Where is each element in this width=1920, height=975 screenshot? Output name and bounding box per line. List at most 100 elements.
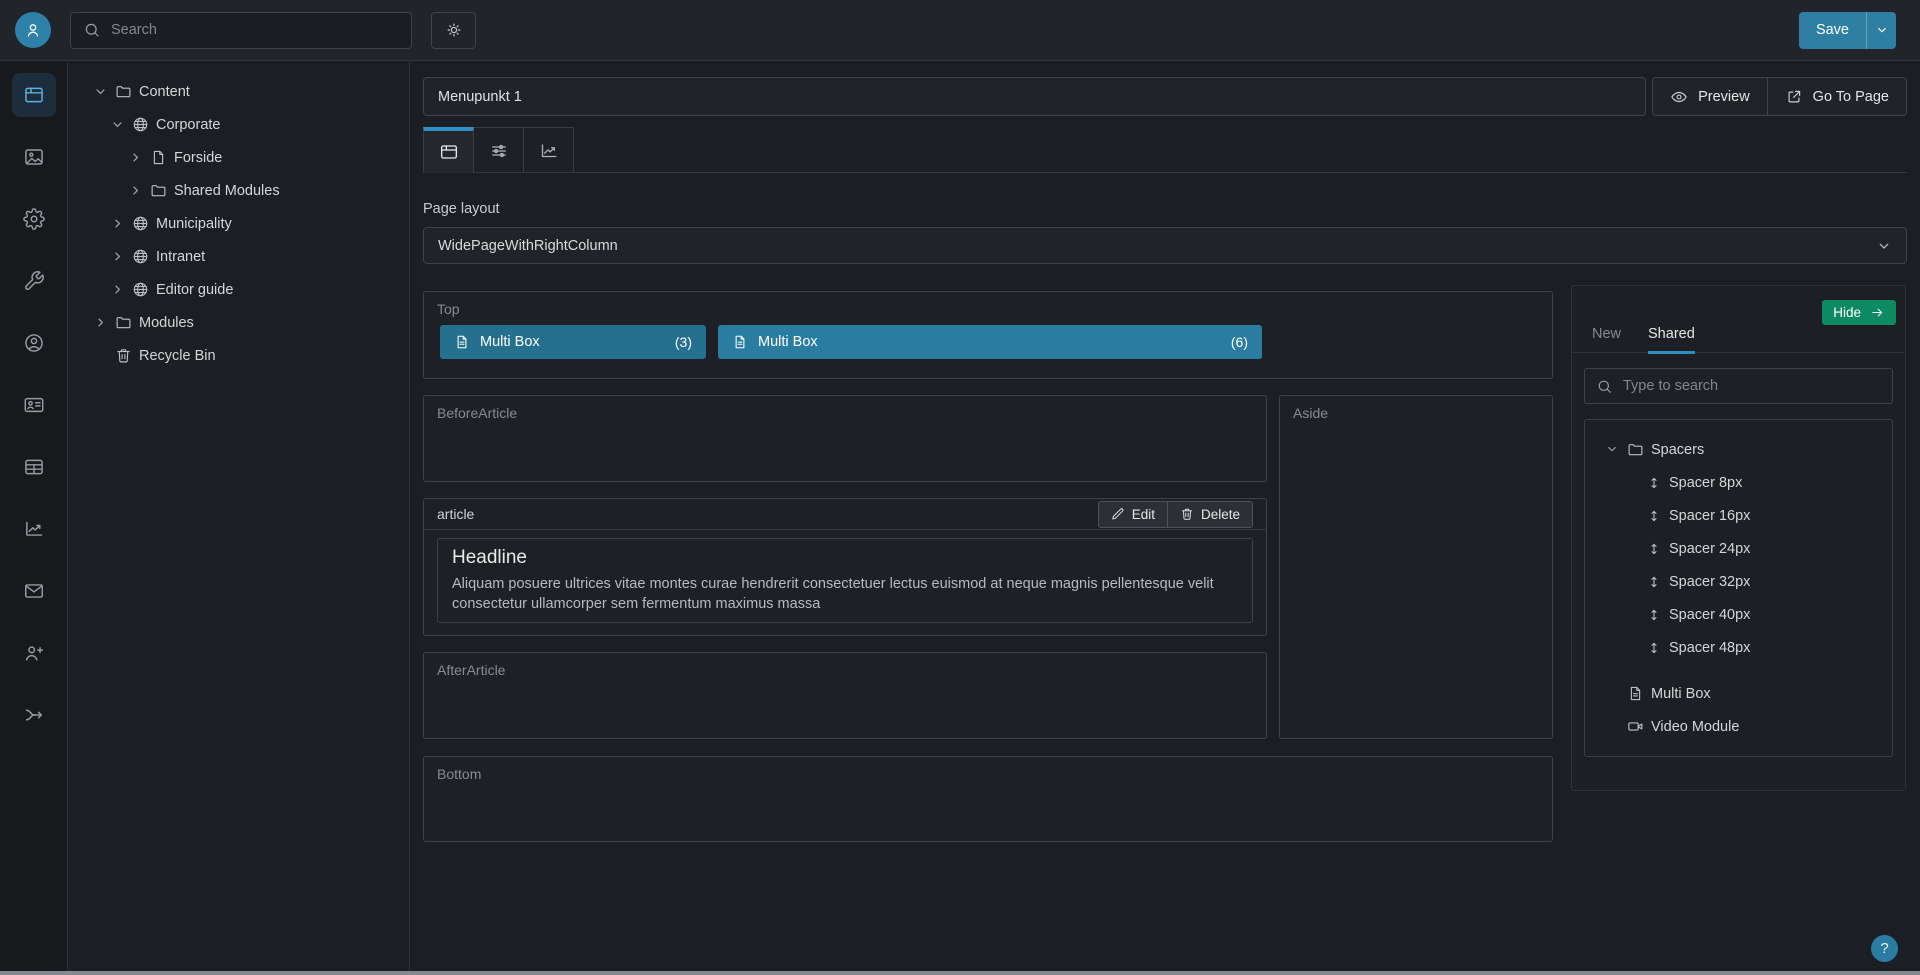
region-bottom[interactable]: Bottom (423, 756, 1553, 842)
delete-button[interactable]: Delete (1167, 502, 1252, 527)
chevron-down-icon (1876, 238, 1892, 254)
modules-panel: Hide New Shared Spacers Spacer 8px Space… (1571, 285, 1906, 791)
tree-item-spacer-8[interactable]: Spacer 8px (1585, 466, 1892, 499)
top-bar: Save (0, 0, 1920, 61)
chevron-right-icon[interactable] (110, 216, 125, 231)
window-icon (23, 84, 45, 106)
tab-shared[interactable]: Shared (1648, 326, 1695, 354)
rail-item-analytics[interactable] (12, 507, 56, 551)
edit-button[interactable]: Edit (1099, 502, 1167, 527)
tree-item-video-module[interactable]: Video Module (1585, 710, 1892, 743)
tree-item-label: Content (139, 84, 190, 100)
global-search[interactable] (70, 12, 412, 49)
help-button[interactable]: ? (1871, 935, 1898, 962)
rail-item-content[interactable] (12, 73, 56, 117)
globe-icon (132, 248, 149, 265)
rail-item-contacts[interactable] (12, 383, 56, 427)
tree-item-municipality[interactable]: Municipality (69, 207, 409, 240)
tab-analytics[interactable] (523, 127, 574, 173)
chevron-right-icon[interactable] (128, 150, 143, 165)
tab-settings[interactable] (473, 127, 524, 173)
article-content-card[interactable]: Headline Aliquam posuere ultrices vitae … (437, 538, 1253, 623)
rail-item-mail[interactable] (12, 569, 56, 613)
tree-item-shared-modules[interactable]: Shared Modules (69, 174, 409, 207)
chevron-down-icon[interactable] (93, 84, 108, 99)
article-body-text: Aliquam posuere ultrices vitae montes cu… (452, 574, 1238, 614)
editor-tabs (423, 127, 1907, 173)
document-icon (732, 334, 748, 350)
tab-new[interactable]: New (1592, 326, 1621, 352)
rail-item-tables[interactable] (12, 445, 56, 489)
tree-item-multi-box[interactable]: Multi Box (1585, 677, 1892, 710)
tree-item-label: Spacer 32px (1669, 574, 1750, 590)
region-after-article[interactable]: AfterArticle (423, 652, 1267, 739)
user-plus-icon (23, 642, 45, 664)
rail-item-merge[interactable] (12, 693, 56, 737)
tree-item-spacer-40[interactable]: Spacer 40px (1585, 598, 1892, 631)
save-options-button[interactable] (1866, 12, 1896, 49)
tree-item-label: Shared Modules (174, 183, 280, 199)
module-chip-multibox-2[interactable]: Multi Box (6) (718, 325, 1262, 359)
module-count-badge: (3) (675, 334, 692, 350)
document-icon (1627, 685, 1644, 702)
rail-item-invite-user[interactable] (12, 631, 56, 675)
region-top[interactable]: Top Multi Box (3) Multi Box (6) (423, 291, 1553, 379)
chevron-right-icon[interactable] (110, 282, 125, 297)
region-label: article (437, 506, 474, 522)
chevron-right-icon[interactable] (93, 315, 108, 330)
save-button[interactable]: Save (1799, 12, 1866, 49)
chevron-right-icon[interactable] (128, 183, 143, 198)
video-camera-icon (1627, 718, 1644, 735)
image-icon (23, 146, 45, 168)
hide-panel-button[interactable]: Hide (1822, 300, 1896, 325)
module-count-badge: (6) (1231, 334, 1248, 350)
modules-search[interactable] (1584, 368, 1893, 404)
region-label: Aside (1280, 396, 1552, 421)
tree-item-spacers[interactable]: Spacers (1585, 433, 1892, 466)
tree-item-label: Forside (174, 150, 222, 166)
globe-icon (132, 116, 149, 133)
merge-arrow-icon (23, 704, 45, 726)
tree-item-spacer-24[interactable]: Spacer 24px (1585, 532, 1892, 565)
modules-search-input[interactable] (1623, 378, 1881, 394)
tree-item-forside[interactable]: Forside (69, 141, 409, 174)
rail-item-media[interactable] (12, 135, 56, 179)
region-aside[interactable]: Aside (1279, 395, 1553, 739)
chevron-down-icon[interactable] (110, 117, 125, 132)
chevron-right-icon[interactable] (110, 249, 125, 264)
user-avatar[interactable] (15, 12, 51, 48)
theme-toggle-button[interactable] (431, 12, 476, 49)
page-layout-label: Page layout (423, 201, 1907, 217)
tree-item-editor-guide[interactable]: Editor guide (69, 273, 409, 306)
spacer-arrows-icon (1646, 640, 1662, 656)
tree-item-label: Corporate (156, 117, 220, 133)
horizontal-scrollbar[interactable] (0, 971, 1920, 975)
tree-item-intranet[interactable]: Intranet (69, 240, 409, 273)
preview-button[interactable]: Preview (1653, 78, 1767, 115)
chevron-down-icon[interactable] (1605, 442, 1620, 457)
tree-item-spacer-16[interactable]: Spacer 16px (1585, 499, 1892, 532)
tree-item-content[interactable]: Content (69, 75, 409, 108)
tree-item-recycle-bin[interactable]: Recycle Bin (69, 339, 409, 372)
global-search-input[interactable] (111, 22, 399, 38)
region-article[interactable]: article Edit Delete (423, 498, 1267, 636)
arrow-right-icon (1870, 305, 1885, 320)
person-icon (23, 20, 43, 40)
rail-item-tools[interactable] (12, 259, 56, 303)
tab-content[interactable] (423, 127, 474, 173)
rail-item-settings[interactable] (12, 197, 56, 241)
tree-item-modules[interactable]: Modules (69, 306, 409, 339)
save-split-button: Save (1799, 12, 1896, 49)
tree-item-spacer-48[interactable]: Spacer 48px (1585, 631, 1892, 664)
search-icon (1596, 378, 1613, 395)
trash-icon (1180, 507, 1194, 521)
page-layout-select[interactable]: WidePageWithRightColumn (423, 227, 1907, 264)
rail-item-account[interactable] (12, 321, 56, 365)
tree-item-spacer-32[interactable]: Spacer 32px (1585, 565, 1892, 598)
page-title-input[interactable] (423, 77, 1646, 116)
region-before-article[interactable]: BeforeArticle (423, 395, 1267, 482)
go-to-page-button[interactable]: Go To Page (1767, 78, 1906, 115)
id-card-icon (23, 394, 45, 416)
module-chip-multibox-1[interactable]: Multi Box (3) (440, 325, 706, 359)
tree-item-corporate[interactable]: Corporate (69, 108, 409, 141)
